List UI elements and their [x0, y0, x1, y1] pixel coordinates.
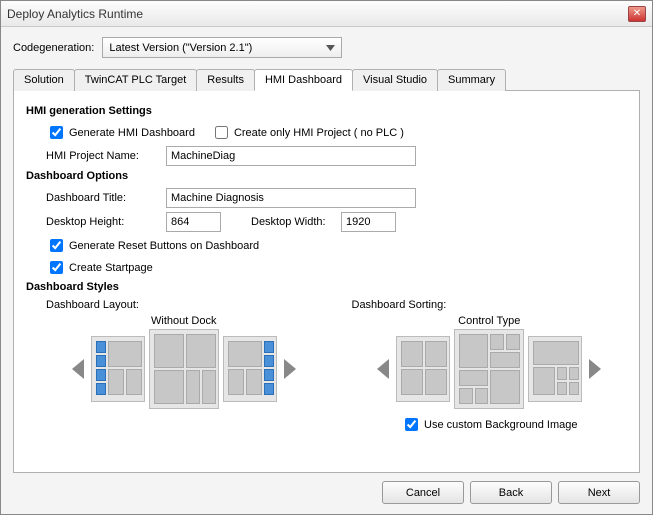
desktop-height-label: Desktop Height:: [46, 216, 166, 228]
layout-thumb-prev[interactable]: [91, 336, 145, 402]
tab-hmi-dashboard[interactable]: HMI Dashboard: [254, 69, 353, 91]
reset-buttons-checkbox[interactable]: [50, 239, 63, 252]
button-row: Cancel Back Next: [13, 473, 640, 506]
sorting-label: Dashboard Sorting:: [352, 299, 628, 311]
layout-thumb-current[interactable]: [149, 329, 219, 409]
dashboard-title-label: Dashboard Title:: [46, 192, 166, 204]
layout-prev-icon[interactable]: [69, 339, 87, 399]
tab-solution[interactable]: Solution: [13, 69, 75, 91]
codegen-selected: Latest Version ("Version 2.1"): [109, 42, 252, 54]
generate-dashboard-checkbox[interactable]: [50, 126, 63, 139]
custom-bg-label: Use custom Background Image: [424, 419, 577, 431]
sorting-current: Control Type: [352, 315, 628, 327]
startpage-checkbox[interactable]: [50, 261, 63, 274]
cancel-button[interactable]: Cancel: [382, 481, 464, 504]
tab-results[interactable]: Results: [196, 69, 255, 91]
content-area: Codegeneration: Latest Version ("Version…: [1, 27, 652, 514]
desktop-width-input[interactable]: [341, 212, 396, 232]
close-icon[interactable]: ✕: [628, 6, 646, 22]
layout-current: Without Dock: [46, 315, 322, 327]
desktop-height-input[interactable]: [166, 212, 221, 232]
dialog-window: Deploy Analytics Runtime ✕ Codegeneratio…: [0, 0, 653, 515]
create-only-checkbox[interactable]: [215, 126, 228, 139]
window-title: Deploy Analytics Runtime: [7, 7, 628, 21]
reset-buttons-label: Generate Reset Buttons on Dashboard: [69, 240, 259, 252]
codegen-dropdown[interactable]: Latest Version ("Version 2.1"): [102, 37, 342, 58]
create-only-label: Create only HMI Project ( no PLC ): [234, 127, 404, 139]
sorting-thumb-next[interactable]: [528, 336, 582, 402]
tab-bar: Solution TwinCAT PLC Target Results HMI …: [13, 68, 640, 91]
project-name-label: HMI Project Name:: [46, 150, 166, 162]
tab-panel: HMI generation Settings Generate HMI Das…: [13, 91, 640, 473]
codegen-label: Codegeneration:: [13, 42, 94, 54]
sorting-thumb-prev[interactable]: [396, 336, 450, 402]
back-button[interactable]: Back: [470, 481, 552, 504]
layout-column: Dashboard Layout: Without Dock: [46, 299, 322, 437]
custom-bg-checkbox[interactable]: [405, 418, 418, 431]
sorting-prev-icon[interactable]: [374, 339, 392, 399]
layout-thumb-next[interactable]: [223, 336, 277, 402]
titlebar: Deploy Analytics Runtime ✕: [1, 1, 652, 27]
sorting-thumb-current[interactable]: [454, 329, 524, 409]
desktop-width-label: Desktop Width:: [251, 216, 341, 228]
project-name-input[interactable]: [166, 146, 416, 166]
sorting-column: Dashboard Sorting: Control Type: [352, 299, 628, 437]
dashboard-title-input[interactable]: [166, 188, 416, 208]
startpage-label: Create Startpage: [69, 262, 153, 274]
sorting-next-icon[interactable]: [586, 339, 604, 399]
codegen-row: Codegeneration: Latest Version ("Version…: [13, 37, 640, 58]
tab-visual-studio[interactable]: Visual Studio: [352, 69, 438, 91]
tab-plc-target[interactable]: TwinCAT PLC Target: [74, 69, 198, 91]
dashboard-options-heading: Dashboard Options: [26, 170, 627, 182]
dashboard-styles-heading: Dashboard Styles: [26, 281, 627, 293]
layout-next-icon[interactable]: [281, 339, 299, 399]
generate-dashboard-label: Generate HMI Dashboard: [69, 127, 195, 139]
layout-label: Dashboard Layout:: [46, 299, 322, 311]
hmi-settings-heading: HMI generation Settings: [26, 105, 627, 117]
next-button[interactable]: Next: [558, 481, 640, 504]
tab-summary[interactable]: Summary: [437, 69, 506, 91]
chevron-down-icon: [323, 41, 337, 54]
